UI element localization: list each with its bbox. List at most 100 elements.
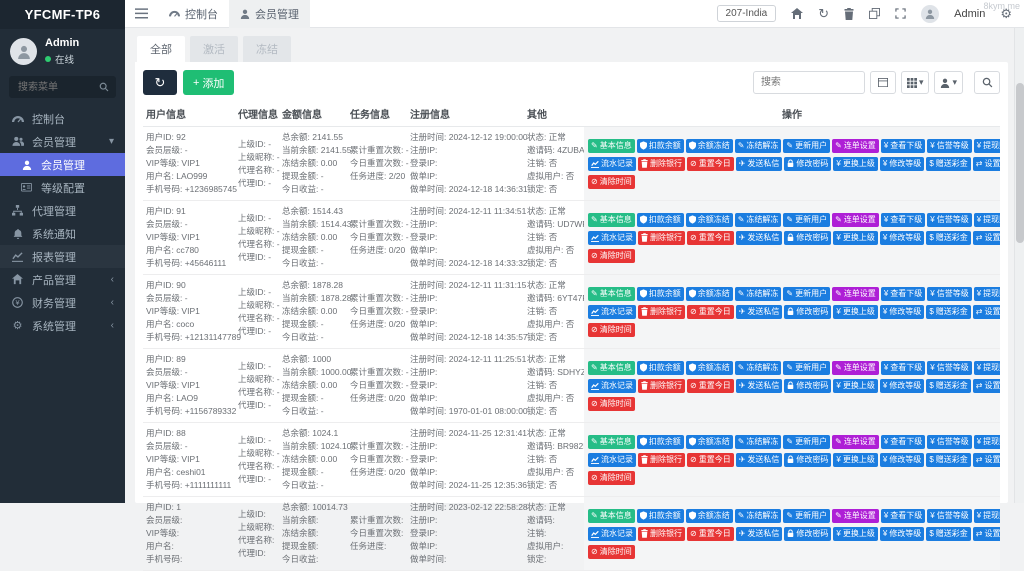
op-button[interactable]: ¥修改等级 bbox=[880, 527, 924, 541]
op-button[interactable]: $赠送彩金 bbox=[926, 305, 970, 319]
op-button[interactable]: ✎更新用户 bbox=[783, 509, 830, 523]
op-button[interactable]: 删除银行 bbox=[638, 305, 685, 319]
sidebar-item-console[interactable]: 控制台 bbox=[0, 107, 125, 130]
op-button[interactable]: ¥提现账户 bbox=[974, 287, 1000, 301]
op-button[interactable]: 修改密码 bbox=[784, 157, 831, 171]
trash-icon[interactable] bbox=[844, 8, 854, 20]
op-button[interactable]: ✈发送私信 bbox=[736, 157, 783, 171]
op-button[interactable]: 流水记录 bbox=[588, 453, 636, 467]
op-button[interactable]: $赠送彩金 bbox=[926, 453, 970, 467]
op-button[interactable]: ¥信誉等级 bbox=[927, 435, 971, 449]
menu-toggle-icon[interactable] bbox=[125, 8, 158, 19]
op-button[interactable]: 修改密码 bbox=[784, 379, 831, 393]
op-button[interactable]: ✎更新用户 bbox=[783, 139, 830, 153]
op-button[interactable]: 余额冻结 bbox=[686, 139, 733, 153]
op-button[interactable]: ✎更新用户 bbox=[783, 287, 830, 301]
avatar[interactable] bbox=[921, 5, 939, 23]
sidebar-item-agents[interactable]: 代理管理 bbox=[0, 199, 125, 222]
op-button[interactable]: ✎冻结解冻 bbox=[735, 139, 782, 153]
op-button[interactable]: 扣款余额 bbox=[637, 509, 684, 523]
export-button[interactable]: ▾ bbox=[934, 71, 963, 94]
op-button[interactable]: ¥查看下级 bbox=[881, 213, 925, 227]
op-button[interactable]: ✈发送私信 bbox=[736, 527, 783, 541]
op-button[interactable]: ⊘重置今日 bbox=[687, 379, 734, 393]
op-button[interactable]: ✎更新用户 bbox=[783, 435, 830, 449]
tab-active[interactable]: 激活 bbox=[190, 36, 238, 62]
sidebar-search-input[interactable] bbox=[16, 81, 99, 94]
op-button[interactable]: ⊘清除时间 bbox=[588, 471, 635, 485]
op-button[interactable]: 删除银行 bbox=[638, 231, 685, 245]
op-button[interactable]: ¥修改等级 bbox=[880, 157, 924, 171]
op-button[interactable]: 删除银行 bbox=[638, 157, 685, 171]
search-input[interactable] bbox=[753, 71, 865, 94]
region-selector[interactable]: 207-India bbox=[717, 5, 777, 22]
op-button[interactable]: ¥查看下级 bbox=[881, 361, 925, 375]
op-button[interactable]: ¥修改等级 bbox=[880, 453, 924, 467]
op-button[interactable]: $赠送彩金 bbox=[926, 527, 970, 541]
copy-icon[interactable] bbox=[869, 8, 880, 19]
op-button[interactable]: 扣款余额 bbox=[637, 435, 684, 449]
op-button[interactable]: 删除银行 bbox=[638, 527, 685, 541]
op-button[interactable]: ¥更换上级 bbox=[833, 157, 877, 171]
home-icon[interactable] bbox=[791, 8, 803, 19]
op-button[interactable]: ¥更换上级 bbox=[833, 231, 877, 245]
op-button[interactable]: ✎基本信息 bbox=[588, 361, 635, 375]
op-button[interactable]: 修改密码 bbox=[784, 527, 831, 541]
op-button[interactable]: 流水记录 bbox=[588, 231, 636, 245]
op-button[interactable]: ¥信誉等级 bbox=[927, 361, 971, 375]
op-button[interactable]: ✎连单设置 bbox=[832, 287, 879, 301]
op-button[interactable]: ¥修改等级 bbox=[880, 231, 924, 245]
op-button[interactable]: ¥查看下级 bbox=[881, 435, 925, 449]
op-button[interactable]: ⇄设置进度 bbox=[973, 231, 1000, 245]
op-button[interactable]: $赠送彩金 bbox=[926, 379, 970, 393]
op-button[interactable]: ¥修改等级 bbox=[880, 305, 924, 319]
sidebar-item-system[interactable]: ⚙ 系统管理 ‹ bbox=[0, 314, 125, 337]
op-button[interactable]: ✎连单设置 bbox=[832, 361, 879, 375]
op-button[interactable]: ✎冻结解冻 bbox=[735, 287, 782, 301]
op-button[interactable]: ✎更新用户 bbox=[783, 213, 830, 227]
op-button[interactable]: ⇄设置进度 bbox=[973, 379, 1000, 393]
op-button[interactable]: ⊘清除时间 bbox=[588, 323, 635, 337]
op-button[interactable]: ✎基本信息 bbox=[588, 213, 635, 227]
op-button[interactable]: ¥信誉等级 bbox=[927, 287, 971, 301]
op-button[interactable]: ¥信誉等级 bbox=[927, 139, 971, 153]
op-button[interactable]: 删除银行 bbox=[638, 379, 685, 393]
op-button[interactable]: ✎冻结解冻 bbox=[735, 509, 782, 523]
columns-button[interactable]: ▾ bbox=[901, 71, 930, 94]
tab-all[interactable]: 全部 bbox=[137, 36, 185, 62]
scrollbar-thumb[interactable] bbox=[1016, 83, 1024, 243]
op-button[interactable]: ⊘清除时间 bbox=[588, 175, 635, 189]
sidebar-item-member-management[interactable]: 会员管理 bbox=[0, 153, 125, 176]
op-button[interactable]: $赠送彩金 bbox=[926, 157, 970, 171]
op-button[interactable]: ✎冻结解冻 bbox=[735, 213, 782, 227]
op-button[interactable]: ✎基本信息 bbox=[588, 287, 635, 301]
op-button[interactable]: 扣款余额 bbox=[637, 139, 684, 153]
op-button[interactable]: ✎基本信息 bbox=[588, 509, 635, 523]
op-button[interactable]: 修改密码 bbox=[784, 305, 831, 319]
op-button[interactable]: ✎连单设置 bbox=[832, 509, 879, 523]
op-button[interactable]: ✈发送私信 bbox=[736, 305, 783, 319]
op-button[interactable]: ⇄设置进度 bbox=[973, 305, 1000, 319]
search-button[interactable] bbox=[974, 71, 1000, 94]
op-button[interactable]: ⊘清除时间 bbox=[588, 397, 635, 411]
op-button[interactable]: 扣款余额 bbox=[637, 213, 684, 227]
op-button[interactable]: 余额冻结 bbox=[686, 287, 733, 301]
op-button[interactable]: ✎连单设置 bbox=[832, 213, 879, 227]
op-button[interactable]: ✎连单设置 bbox=[832, 139, 879, 153]
op-button[interactable]: 流水记录 bbox=[588, 527, 636, 541]
op-button[interactable]: ✈发送私信 bbox=[736, 231, 783, 245]
op-button[interactable]: ✈发送私信 bbox=[736, 453, 783, 467]
sidebar-item-members[interactable]: 会员管理 ▾ bbox=[0, 130, 125, 153]
op-button[interactable]: ⊘重置今日 bbox=[687, 231, 734, 245]
refresh-button[interactable]: ↻ bbox=[143, 70, 177, 95]
op-button[interactable]: ¥更换上级 bbox=[833, 379, 877, 393]
sidebar-item-notifications[interactable]: 系统通知 bbox=[0, 222, 125, 245]
op-button[interactable]: ⊘重置今日 bbox=[687, 453, 734, 467]
op-button[interactable]: 余额冻结 bbox=[686, 361, 733, 375]
op-button[interactable]: ✎更新用户 bbox=[783, 361, 830, 375]
op-button[interactable]: ⊘重置今日 bbox=[687, 527, 734, 541]
op-button[interactable]: ⇄设置进度 bbox=[973, 453, 1000, 467]
avatar[interactable] bbox=[10, 38, 37, 65]
op-button[interactable]: ✎冻结解冻 bbox=[735, 435, 782, 449]
op-button[interactable]: 修改密码 bbox=[784, 231, 831, 245]
